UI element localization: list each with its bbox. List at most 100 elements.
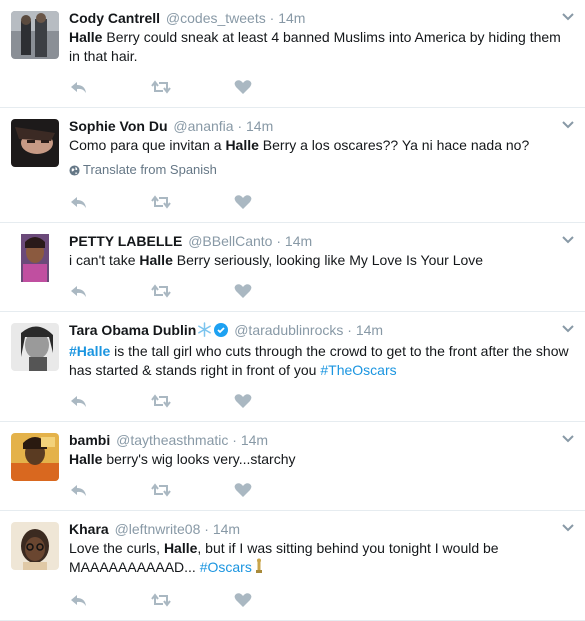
timestamp[interactable]: 14m [213,521,240,537]
tweet-actions [69,191,573,213]
tweet-actions [69,479,573,501]
username[interactable]: @taradublinrocks [234,322,343,338]
separator-dot: · [347,322,352,338]
tweet-header: Sophie Von Du @ananfia · 14m [69,117,573,135]
text-segment: Berry a los oscares?? Ya ni hace nada no… [258,137,530,153]
tweet-header: PETTY LABELLE @BBellCanto · 14m [69,232,573,250]
display-name[interactable]: Sophie Von Du [69,118,168,134]
retweet-icon[interactable] [151,79,171,95]
username[interactable]: @leftnwrite08 [115,521,201,537]
timestamp[interactable]: 14m [246,118,273,134]
reply-icon[interactable] [69,592,89,608]
display-name[interactable]: Cody Cantrell [69,10,160,26]
timestamp[interactable]: 14m [356,322,383,338]
heart-icon[interactable] [233,482,253,498]
display-name[interactable]: PETTY LABELLE [69,233,182,249]
avatar[interactable] [11,522,59,570]
chevron-down-icon[interactable] [561,523,575,533]
text-segment: i can't take [69,252,140,268]
highlighted-keyword: Halle [225,137,259,153]
display-name[interactable]: Tara Obama Dublin [69,322,196,338]
translate-link[interactable]: Translate from Spanish [69,161,573,181]
username[interactable]: @ananfia [173,118,233,134]
chevron-down-icon[interactable] [561,434,575,444]
oscar-trophy-emoji-icon [254,558,264,579]
display-name[interactable]: bambi [69,432,110,448]
tweet-feed: Cody Cantrell @codes_tweets · 14m Halle B… [0,0,585,621]
tweet-text: #Halle is the tall girl who cuts through… [69,342,569,380]
tweet[interactable]: Tara Obama Dublin @taradublinrocks · 14m… [0,312,585,422]
chevron-down-icon[interactable] [561,235,575,245]
timestamp[interactable]: 14m [241,432,268,448]
translate-label: Translate from Spanish [83,162,217,177]
tweet[interactable]: bambi @taytheasthmatic · 14m Halle berry'… [0,422,585,511]
chevron-down-icon[interactable] [561,324,575,334]
tweet-actions [69,76,573,98]
retweet-icon[interactable] [151,592,171,608]
tweet-text: i can't take Halle Berry seriously, look… [69,251,569,270]
heart-icon[interactable] [233,79,253,95]
verified-badge-icon [214,323,229,341]
text-segment: Love the curls, [69,540,164,556]
tweet-text: Halle Berry could sneak at least 4 banne… [69,28,569,66]
tweet[interactable]: Khara @leftnwrite08 · 14m Love the curls,… [0,511,585,621]
avatar[interactable] [11,323,59,371]
highlighted-keyword: Halle [163,540,198,556]
separator-dot: · [204,521,209,537]
tweet-text: Love the curls, Halle, but if I was sitt… [69,539,569,579]
reply-icon[interactable] [69,482,89,498]
separator-dot: · [276,233,282,249]
heart-icon[interactable] [233,393,253,409]
hashtag-link[interactable]: #Oscars [200,559,252,575]
reply-icon[interactable] [69,194,89,210]
reply-icon[interactable] [69,393,89,409]
snowflake-emoji-icon [197,322,212,341]
hashtag-link[interactable]: #Halle [69,343,110,359]
heart-icon[interactable] [233,283,253,299]
username[interactable]: @codes_tweets [166,10,266,26]
tweet[interactable]: Cody Cantrell @codes_tweets · 14m Halle B… [0,0,585,108]
tweet-header: Cody Cantrell @codes_tweets · 14m [69,9,573,27]
heart-icon[interactable] [233,592,253,608]
avatar[interactable] [11,119,59,167]
chevron-down-icon[interactable] [561,12,575,22]
avatar[interactable] [11,234,59,282]
tweet-header: bambi @taytheasthmatic · 14m [69,431,573,449]
retweet-icon[interactable] [151,393,171,409]
tweet-actions [69,280,573,302]
retweet-icon[interactable] [151,283,171,299]
username[interactable]: @taytheasthmatic [116,432,228,448]
heart-icon[interactable] [233,194,253,210]
reply-icon[interactable] [69,283,89,299]
separator-dot: · [269,10,275,26]
chevron-down-icon[interactable] [561,120,575,130]
text-segment: Berry seriously, looking like My Love Is… [172,252,484,268]
tweet-actions [69,390,573,412]
text-segment: berry's wig looks very...starchy [102,451,296,467]
tweet-header: Khara @leftnwrite08 · 14m [69,520,573,538]
reply-icon[interactable] [69,79,89,95]
tweet[interactable]: PETTY LABELLE @BBellCanto · 14m i can't t… [0,223,585,312]
timestamp[interactable]: 14m [278,10,305,26]
hashtag-link[interactable]: #TheOscars [320,362,396,378]
timestamp[interactable]: 14m [285,233,312,249]
separator-dot: · [237,118,243,134]
text-segment: is the tall girl who cuts through the cr… [69,343,569,378]
avatar[interactable] [11,11,59,59]
display-name[interactable]: Khara [69,521,109,537]
retweet-icon[interactable] [151,482,171,498]
tweet[interactable]: Sophie Von Du @ananfia · 14m Como para qu… [0,108,585,223]
tweet-actions [69,589,573,611]
separator-dot: · [232,432,237,448]
tweet-header: Tara Obama Dublin @taradublinrocks · 14m [69,321,573,341]
avatar[interactable] [11,433,59,481]
highlighted-keyword: Halle [69,451,103,467]
tweet-text: Halle berry's wig looks very...starchy [69,450,569,469]
text-segment: Como para que invitan a [69,137,226,153]
retweet-icon[interactable] [151,194,171,210]
text-segment: Berry could sneak at least 4 banned Musl… [69,29,561,64]
highlighted-keyword: Halle [69,29,103,45]
highlighted-keyword: Halle [139,252,173,268]
globe-icon [69,163,80,181]
username[interactable]: @BBellCanto [188,233,272,249]
